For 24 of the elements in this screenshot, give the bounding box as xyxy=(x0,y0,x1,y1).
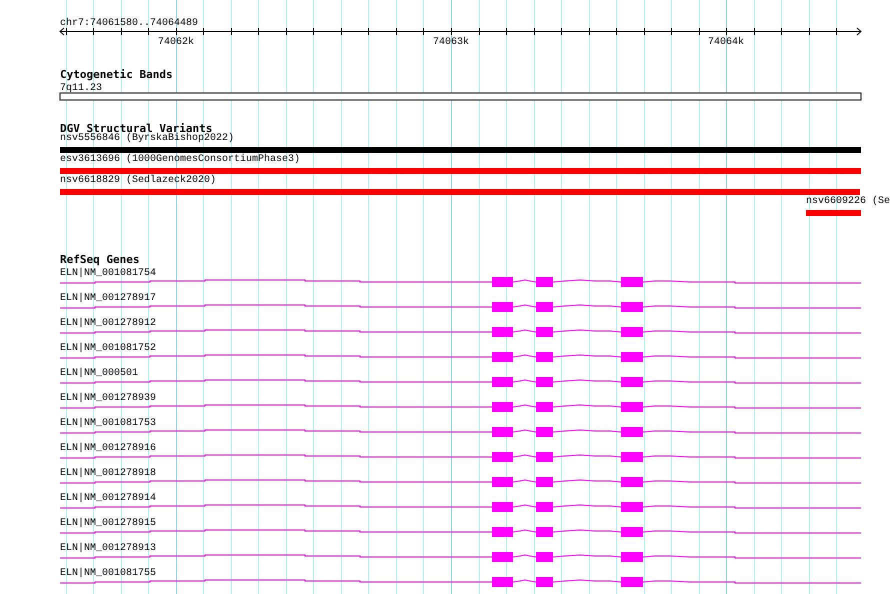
gene-label: ELN|NM_000501 xyxy=(60,368,138,379)
variant-label: nsv6618829 (Sedlazeck2020) xyxy=(60,175,216,186)
gene-label: ELN|NM_001278916 xyxy=(60,443,156,454)
gene-label: ELN|NM_001081752 xyxy=(60,343,156,354)
band-label: 7q11.23 xyxy=(60,83,102,94)
gene-label: ELN|NM_001081754 xyxy=(60,268,156,279)
gene-label: ELN|NM_001278914 xyxy=(60,493,156,504)
tick-label: 74062k xyxy=(158,37,194,48)
gene-label: ELN|NM_001081753 xyxy=(60,418,156,429)
variant-label: nsv5556846 (ByrskaBishop2022) xyxy=(60,133,234,144)
variant-label: nsv6609226 (Se xyxy=(806,196,890,207)
track-title: RefSeq Genes xyxy=(60,253,140,266)
ruler-label: chr7:74061580..74064489 xyxy=(60,18,198,29)
gene-label: ELN|NM_001278917 xyxy=(60,293,156,304)
tick-label: 74063k xyxy=(433,37,469,48)
gene-label: ELN|NM_001278918 xyxy=(60,468,156,479)
tick-label: 74064k xyxy=(708,37,744,48)
gene-label: ELN|NM_001278939 xyxy=(60,393,156,404)
track-title: Cytogenetic Bands xyxy=(60,68,173,81)
gene-label: ELN|NM_001278912 xyxy=(60,318,156,329)
gene-label: ELN|NM_001081755 xyxy=(60,568,156,579)
gene-label: ELN|NM_001278913 xyxy=(60,543,156,554)
variant-label: esv3613696 (1000GenomesConsortiumPhase3) xyxy=(60,154,300,165)
gene-label: ELN|NM_001278915 xyxy=(60,518,156,529)
